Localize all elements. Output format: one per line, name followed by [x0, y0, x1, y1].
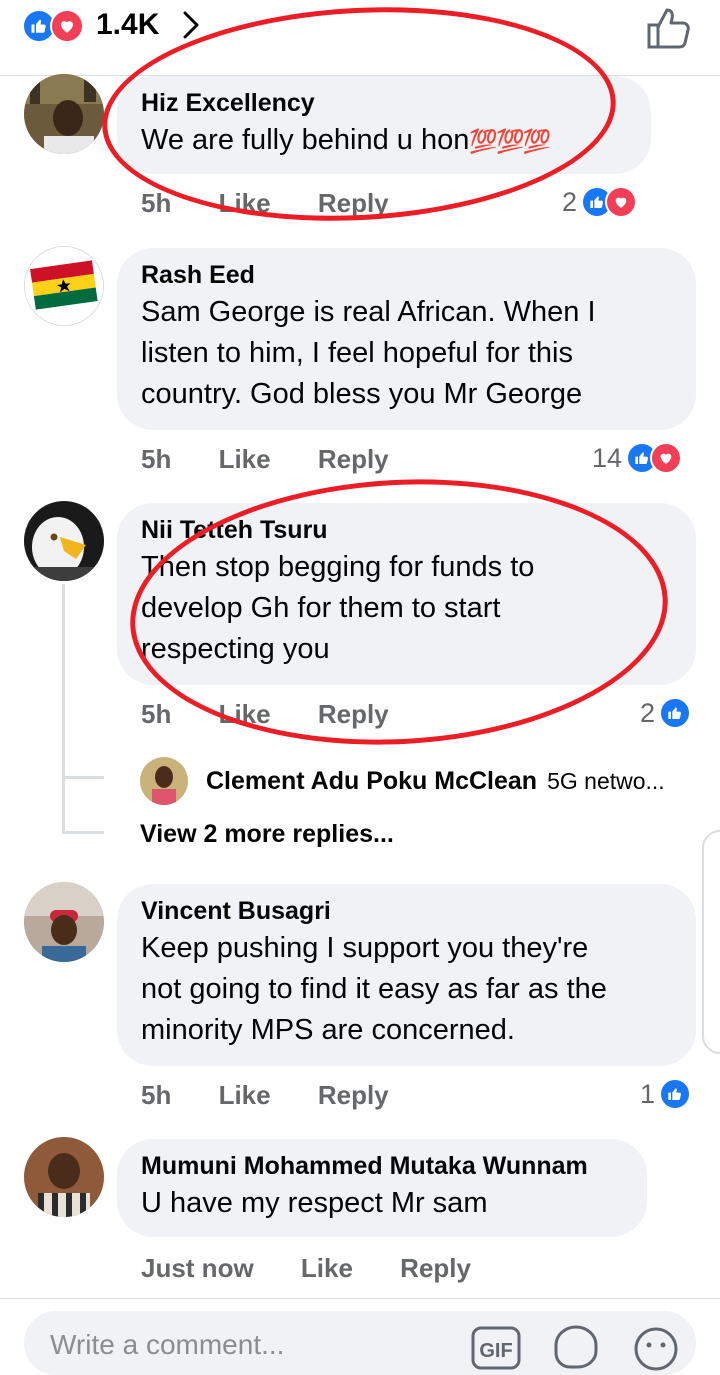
comment-reaction-count: 2 [640, 697, 656, 728]
comment-text: U have my respect Mr sam [141, 1187, 488, 1219]
reply-text: 5G netwo... [547, 767, 665, 794]
scroll-edge[interactable] [702, 830, 720, 1054]
like-reaction-icon [659, 1078, 692, 1110]
comment-reaction-count: 1 [640, 1078, 656, 1109]
love-reaction-icon [50, 9, 84, 43]
gif-icon[interactable]: GIF [470, 1325, 522, 1371]
reply-button[interactable]: Reply [400, 1253, 471, 1284]
like-button[interactable]: Like [301, 1253, 353, 1284]
emoji-icon[interactable] [632, 1325, 680, 1371]
comment-text: Keep pushing I support you they're not g… [141, 932, 607, 1046]
comment-reactions[interactable]: 14 [592, 442, 683, 474]
thread-line [62, 584, 65, 834]
comment-actions: Just now Like Reply [141, 1253, 471, 1284]
svg-text:GIF: GIF [479, 1340, 512, 1362]
comment-actions: 5h Like Reply [141, 1080, 389, 1111]
comment-text: Sam George is real African. When I liste… [141, 296, 596, 410]
comment-time: 5h [141, 699, 172, 729]
avatar[interactable] [24, 246, 104, 326]
comment-time: Just now [141, 1253, 254, 1283]
love-reaction-icon [605, 186, 638, 218]
love-reaction-icon [650, 442, 683, 474]
reply-button[interactable]: Reply [318, 444, 389, 475]
thread-branch [62, 831, 104, 834]
reply-author[interactable]: Clement Adu Poku McClean [206, 767, 537, 796]
comment-reactions[interactable]: 2 [640, 697, 692, 729]
thread-branch [62, 776, 104, 779]
comment-bubble[interactable]: Rash Eed Sam George is real African. Whe… [117, 248, 696, 430]
reply-preview[interactable]: Clement Adu Poku McClean 5G netwo... [140, 756, 665, 806]
comment-reaction-count: 14 [592, 442, 623, 473]
comment-author[interactable]: Rash Eed [141, 258, 672, 292]
like-reaction-icon [659, 697, 692, 729]
reaction-count[interactable]: 1.4K [96, 8, 159, 42]
avatar[interactable] [24, 882, 104, 962]
comment-actions: 5h Like Reply [141, 444, 389, 475]
reply-avatar[interactable] [140, 757, 188, 805]
comment-reaction-count: 2 [562, 186, 578, 217]
comment-input-box[interactable]: Write a comment... GIF [24, 1311, 696, 1375]
comment-bubble[interactable]: Vincent Busagri Keep pushing I support y… [117, 884, 696, 1066]
reply-button[interactable]: Reply [318, 1080, 389, 1111]
comment-reactions[interactable]: 2 [562, 186, 638, 218]
comment-author[interactable]: Vincent Busagri [141, 894, 672, 928]
reaction-icons[interactable] [22, 9, 92, 43]
chevron-right-icon[interactable] [176, 10, 206, 40]
comment-bubble[interactable]: Mumuni Mohammed Mutaka Wunnam U have my … [117, 1139, 647, 1237]
comment-author[interactable]: Mumuni Mohammed Mutaka Wunnam [141, 1149, 623, 1183]
comment-time: 5h [141, 444, 172, 474]
comment-composer: Write a comment... GIF [0, 1298, 720, 1375]
avatar[interactable] [24, 74, 104, 154]
comment-reactions[interactable]: 1 [640, 1078, 692, 1110]
like-button[interactable]: Like [219, 444, 271, 475]
like-icon[interactable] [644, 6, 692, 50]
avatar[interactable] [24, 501, 104, 581]
comment-input[interactable]: Write a comment... [50, 1329, 284, 1361]
sticker-icon[interactable] [552, 1325, 600, 1371]
view-more-replies[interactable]: View 2 more replies... [140, 820, 394, 849]
avatar[interactable] [24, 1137, 104, 1217]
like-button[interactable]: Like [219, 1080, 271, 1111]
comment-time: 5h [141, 1080, 172, 1110]
